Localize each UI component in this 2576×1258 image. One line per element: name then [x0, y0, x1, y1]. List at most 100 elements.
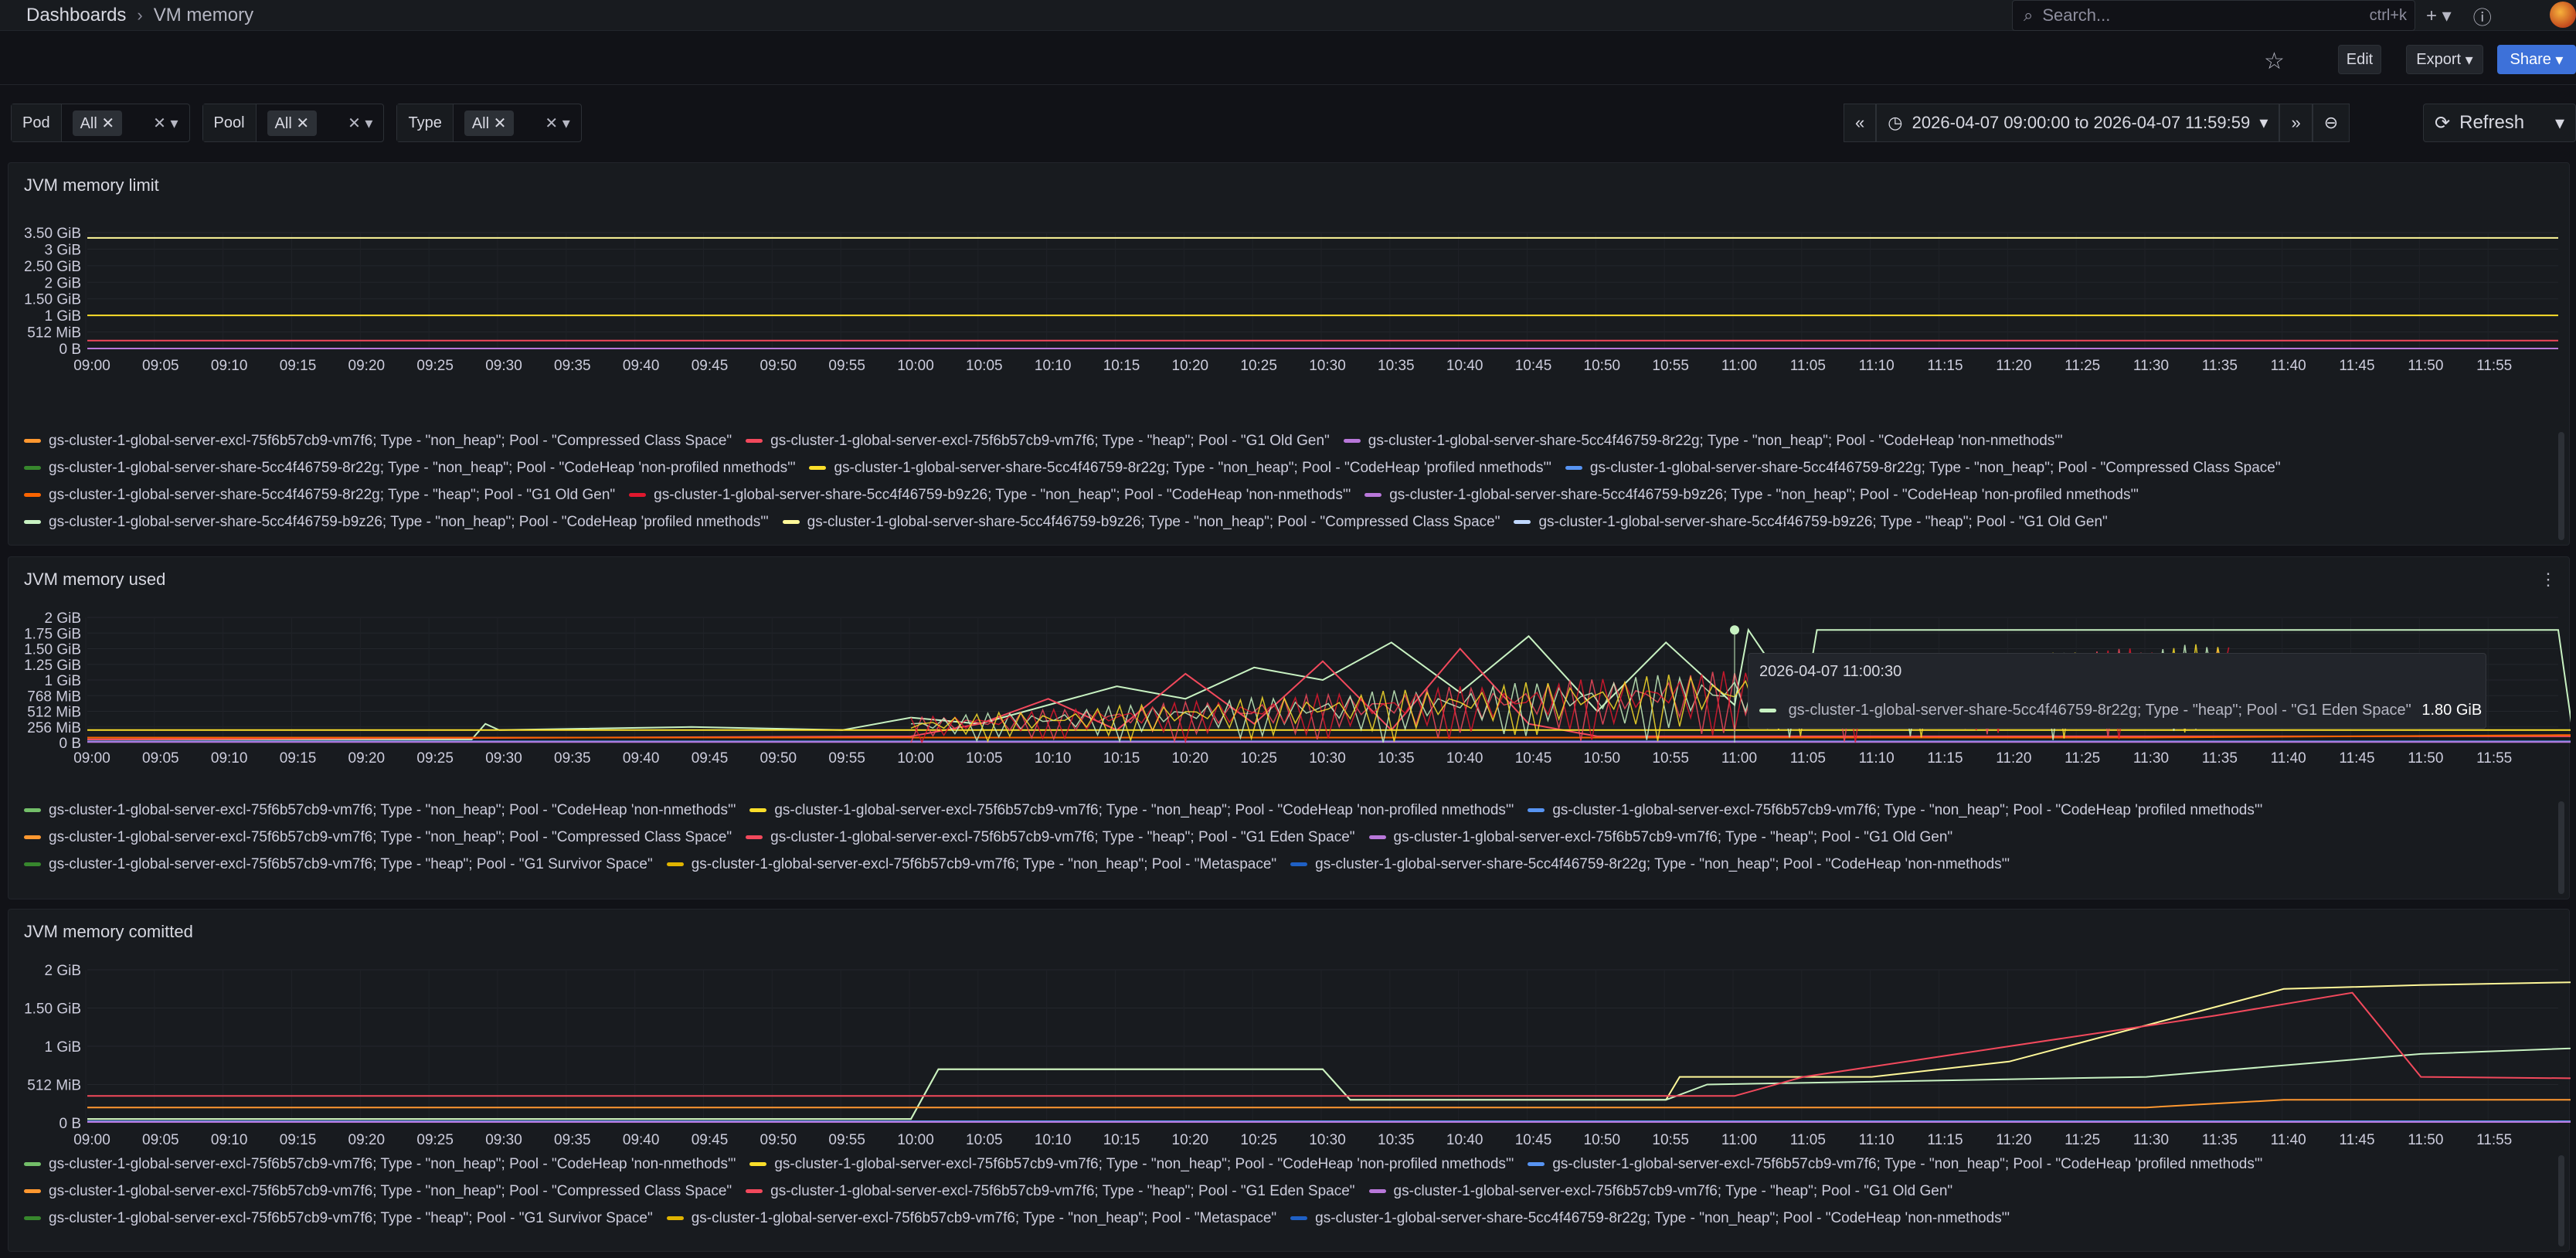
x-tick-label: 11:55 [2476, 358, 2512, 374]
legend-label: gs-cluster-1-global-server-excl-75f6b57c… [49, 802, 736, 818]
export-button[interactable]: Export ▾ [2406, 45, 2483, 74]
share-button[interactable]: Share ▾ [2497, 45, 2576, 74]
x-tick-label: 11:30 [2133, 1132, 2169, 1148]
clear-icon[interactable]: ✕ ▾ [545, 114, 569, 133]
legend-row: gs-cluster-1-global-server-excl-75f6b57c… [24, 797, 2276, 824]
x-tick-label: 09:05 [142, 750, 179, 767]
x-tick-label: 10:40 [1446, 750, 1483, 767]
legend-item[interactable]: gs-cluster-1-global-server-share-5cc4f46… [24, 481, 615, 508]
legend-item[interactable]: gs-cluster-1-global-server-excl-75f6b57c… [24, 1178, 732, 1205]
legend-item[interactable]: gs-cluster-1-global-server-excl-75f6b57c… [749, 1151, 1514, 1178]
legend-item[interactable]: gs-cluster-1-global-server-excl-75f6b57c… [24, 1205, 653, 1232]
x-tick-label: 10:55 [1652, 358, 1689, 374]
filter-chip[interactable]: All ✕ [72, 110, 123, 136]
filter-pod[interactable]: Pod All ✕ ✕ ▾ [11, 104, 190, 142]
y-tick-label: 256 MiB [27, 720, 81, 736]
x-tick-label: 09:55 [828, 750, 865, 767]
x-tick-label: 10:35 [1378, 750, 1415, 767]
filter-pool[interactable]: Pool All ✕ ✕ ▾ [202, 104, 385, 142]
x-tick-label: 11:10 [1859, 358, 1895, 374]
edit-button[interactable]: Edit [2338, 45, 2381, 74]
clear-icon[interactable]: ✕ ▾ [153, 114, 178, 133]
legend-item[interactable]: gs-cluster-1-global-server-excl-75f6b57c… [746, 427, 1330, 454]
x-tick-label: 10:50 [1584, 358, 1621, 374]
panel-jvm-memory-committed: JVM memory comitted 2 GiB 1.50 GiB 1 GiB 51… [8, 909, 2571, 1252]
y-tick-label: 1.50 GiB [24, 642, 81, 658]
x-tick-label: 10:25 [1240, 358, 1277, 374]
x-tick-label: 11:15 [1927, 1132, 1963, 1148]
legend-item[interactable]: gs-cluster-1-global-server-excl-75f6b57c… [24, 427, 732, 454]
legend-item[interactable]: gs-cluster-1-global-server-excl-75f6b57c… [24, 824, 732, 851]
clear-icon[interactable]: ✕ ▾ [348, 114, 372, 133]
legend-item[interactable]: gs-cluster-1-global-server-share-5cc4f46… [809, 454, 1551, 481]
avatar[interactable] [2550, 2, 2576, 28]
legend-row: gs-cluster-1-global-server-excl-75f6b57c… [24, 1205, 2276, 1232]
legend-item[interactable]: gs-cluster-1-global-server-excl-75f6b57c… [24, 851, 653, 878]
x-tick-label: 10:15 [1103, 358, 1140, 374]
legend-label: gs-cluster-1-global-server-excl-75f6b57c… [49, 856, 653, 872]
x-tick-label: 11:40 [2271, 750, 2306, 767]
legend-item[interactable]: gs-cluster-1-global-server-share-5cc4f46… [1565, 454, 2281, 481]
panel-menu-icon[interactable]: ⋮ [2540, 570, 2557, 590]
legend-item[interactable]: gs-cluster-1-global-server-excl-75f6b57c… [746, 1178, 1355, 1205]
x-tick-label: 11:10 [1859, 750, 1895, 767]
legend-item[interactable]: gs-cluster-1-global-server-excl-75f6b57c… [749, 797, 1514, 824]
legend-item[interactable]: gs-cluster-1-global-server-excl-75f6b57c… [1528, 797, 2262, 824]
x-tick-label: 11:40 [2271, 1132, 2306, 1148]
breadcrumb-dashboards[interactable]: Dashboards [26, 5, 126, 26]
legend: gs-cluster-1-global-server-excl-75f6b57c… [24, 797, 2276, 878]
filter-label: Pool [202, 104, 257, 141]
legend-item[interactable]: gs-cluster-1-global-server-excl-75f6b57c… [24, 797, 736, 824]
filter-label: Type [397, 104, 454, 141]
legend-item[interactable]: gs-cluster-1-global-server-excl-75f6b57c… [1528, 1151, 2262, 1178]
legend-item[interactable]: gs-cluster-1-global-server-share-5cc4f46… [1343, 427, 2063, 454]
legend-item[interactable]: gs-cluster-1-global-server-share-5cc4f46… [1290, 851, 2010, 878]
time-range-button[interactable]: ◷ 2026-04-07 09:00:00 to 2026-04-07 11:5… [1876, 104, 2280, 142]
legend-item[interactable]: gs-cluster-1-global-server-share-5cc4f46… [629, 481, 1351, 508]
legend-scrollbar[interactable] [2558, 1155, 2564, 1246]
legend-label: gs-cluster-1-global-server-share-5cc4f46… [654, 487, 1351, 503]
legend-swatch [24, 808, 41, 813]
y-tick-label: 0 B [59, 1116, 81, 1132]
time-range-label: 2026-04-07 09:00:00 to 2026-04-07 11:59:… [1912, 113, 2251, 132]
legend-label: gs-cluster-1-global-server-share-5cc4f46… [1315, 856, 2010, 872]
x-tick-label: 10:30 [1309, 1132, 1346, 1148]
x-tick-label: 09:40 [623, 1132, 660, 1148]
legend-item[interactable]: gs-cluster-1-global-server-share-5cc4f46… [782, 508, 1500, 536]
filter-type[interactable]: Type All ✕ ✕ ▾ [396, 104, 582, 142]
filter-chip[interactable]: All ✕ [267, 110, 318, 136]
legend-item[interactable]: gs-cluster-1-global-server-excl-75f6b57c… [666, 1205, 1276, 1232]
legend-item[interactable]: gs-cluster-1-global-server-share-5cc4f46… [1364, 481, 2139, 508]
legend-item[interactable]: gs-cluster-1-global-server-excl-75f6b57c… [1368, 1178, 1952, 1205]
x-tick-label: 10:20 [1172, 750, 1209, 767]
legend-item[interactable]: gs-cluster-1-global-server-share-5cc4f46… [1514, 508, 2108, 536]
legend-scrollbar[interactable] [2558, 801, 2564, 894]
refresh-button[interactable]: ⟳ Refresh ▾ [2423, 104, 2576, 142]
legend-label: gs-cluster-1-global-server-excl-75f6b57c… [49, 1210, 653, 1226]
legend-scrollbar[interactable] [2558, 432, 2564, 540]
legend-item[interactable]: gs-cluster-1-global-server-excl-75f6b57c… [666, 851, 1277, 878]
chevron-down-icon[interactable]: ▾ [2555, 112, 2564, 134]
zoom-out-button[interactable]: ⊖ [2312, 104, 2350, 142]
legend-swatch [1290, 862, 1308, 867]
time-forward-button[interactable]: » [2279, 104, 2313, 142]
dashboard-toolbar [0, 36, 2576, 85]
legend-label: gs-cluster-1-global-server-share-5cc4f46… [1368, 433, 2063, 449]
legend-item[interactable]: gs-cluster-1-global-server-share-5cc4f46… [24, 454, 795, 481]
legend-item[interactable]: gs-cluster-1-global-server-share-5cc4f46… [24, 508, 769, 536]
help-icon[interactable]: ⓘ [2473, 2, 2492, 29]
legend-item[interactable]: gs-cluster-1-global-server-excl-75f6b57c… [1368, 824, 1952, 851]
legend-item[interactable]: gs-cluster-1-global-server-share-5cc4f46… [1290, 1205, 2010, 1232]
legend-item[interactable]: gs-cluster-1-global-server-excl-75f6b57c… [746, 824, 1355, 851]
time-back-button[interactable]: « [1844, 104, 1877, 142]
legend-label: gs-cluster-1-global-server-excl-75f6b57c… [691, 856, 1277, 872]
legend-item[interactable]: gs-cluster-1-global-server-excl-75f6b57c… [24, 1151, 736, 1178]
legend-label: gs-cluster-1-global-server-excl-75f6b57c… [49, 433, 732, 449]
filter-chip[interactable]: All ✕ [464, 110, 515, 136]
top-bar: Dashboards › VM memory ⌕ Search... ctrl+… [0, 0, 2576, 31]
x-tick-label: 09:35 [554, 750, 591, 767]
search-input[interactable]: ⌕ Search... ctrl+k [2012, 0, 2415, 31]
x-tick-label: 09:55 [828, 358, 865, 374]
star-icon[interactable]: ☆ [2264, 48, 2285, 75]
plus-icon[interactable]: + ▾ [2426, 5, 2452, 27]
